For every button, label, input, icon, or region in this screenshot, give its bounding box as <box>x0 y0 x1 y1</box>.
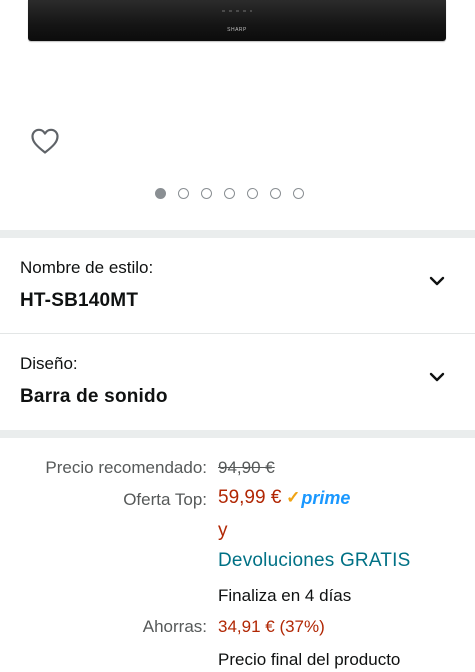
deal-ends-text: Finaliza en 4 días <box>218 586 352 605</box>
product-page: SHARP Nombre de estilo: HT-SB140MT Diseñ… <box>0 0 475 672</box>
style-name-label: Nombre de estilo: <box>20 258 154 277</box>
chevron-down-icon[interactable] <box>427 367 447 387</box>
design-label: Diseño: <box>20 354 78 373</box>
style-name-selector[interactable]: Nombre de estilo: HT-SB140MT <box>0 238 475 333</box>
carousel-dot[interactable] <box>293 188 304 199</box>
prime-badge[interactable]: ✓ prime <box>286 488 350 509</box>
product-image-area: SHARP <box>0 0 475 230</box>
section-divider <box>0 230 475 238</box>
carousel-dot[interactable] <box>224 188 235 199</box>
image-carousel-indicator <box>155 188 304 199</box>
brand-mark: SHARP <box>227 27 247 33</box>
savings-value: 34,91 € (37%) <box>218 617 325 636</box>
style-name-value: HT-SB140MT <box>20 290 139 311</box>
final-price-text: Precio final del producto <box>218 650 401 669</box>
and-text: y <box>218 520 228 541</box>
carousel-dot[interactable] <box>155 188 166 199</box>
carousel-dot[interactable] <box>201 188 212 199</box>
prime-check-icon: ✓ <box>286 488 301 507</box>
prime-text: prime <box>301 487 351 508</box>
wishlist-button[interactable] <box>28 124 62 158</box>
carousel-dot[interactable] <box>270 188 281 199</box>
deal-price: 59,99 € <box>218 487 282 508</box>
deal-label: Oferta Top: <box>123 490 207 509</box>
deal-price-row: 59,99 € ✓ prime <box>218 487 350 509</box>
soundbar-display <box>222 10 252 12</box>
product-image[interactable]: SHARP <box>28 0 446 41</box>
price-section: Precio recomendado: 94,90 € Oferta Top: … <box>0 438 475 672</box>
recommended-price-value: 94,90 € <box>218 458 275 477</box>
savings-label: Ahorras: <box>142 617 207 636</box>
design-selector[interactable]: Diseño: Barra de sonido <box>0 334 475 430</box>
heart-outline-icon <box>31 128 59 154</box>
carousel-dot[interactable] <box>178 188 189 199</box>
chevron-down-icon[interactable] <box>427 271 447 291</box>
free-returns-link[interactable]: Devoluciones GRATIS <box>218 550 410 572</box>
design-value: Barra de sonido <box>20 386 168 407</box>
recommended-price-label: Precio recomendado: <box>45 458 207 477</box>
carousel-dot[interactable] <box>247 188 258 199</box>
section-divider <box>0 430 475 438</box>
